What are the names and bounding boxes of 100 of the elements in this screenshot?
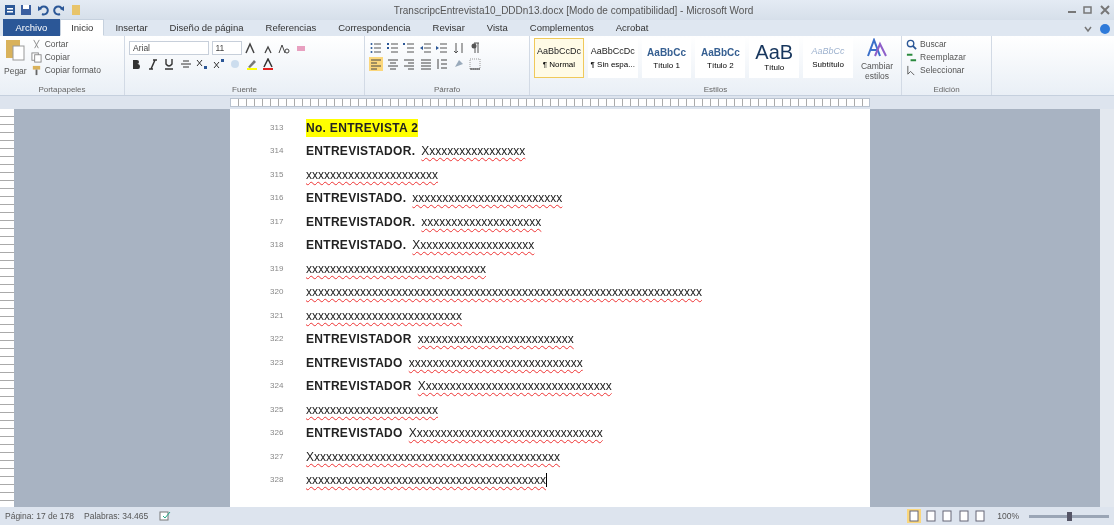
- increase-indent-icon[interactable]: [435, 40, 449, 55]
- line-number: 315: [270, 168, 285, 181]
- line-text: xxxxxxxxxxxxxxxxxxxxxxxxxxxxxxxxxxxxxxxx: [306, 472, 546, 490]
- copy-button[interactable]: Copiar: [30, 51, 101, 64]
- speaker-label: ENTREVISTADOR.: [306, 143, 416, 161]
- save-icon[interactable]: [19, 3, 33, 17]
- line-text: Xxxxxxxxxxxxxxxxx: [421, 143, 526, 161]
- line-number: 319: [270, 262, 285, 275]
- font-name-field[interactable]: Arial: [129, 40, 209, 55]
- line-number: 321: [270, 309, 285, 322]
- zoom-slider[interactable]: [1029, 514, 1109, 518]
- line-text: xxxxxxxxxxxxxxxxxxxxxxxxxxxxxx: [306, 260, 486, 278]
- line-number: 317: [270, 215, 285, 228]
- close-icon[interactable]: [1097, 3, 1112, 17]
- paintbrush-icon: [30, 65, 42, 76]
- line-spacing-icon[interactable]: [435, 57, 449, 71]
- line-number: 322: [270, 333, 285, 346]
- line-text: xxxxxxxxxxxxxxxxxxxxxxxxxxxxxxxxxxxxxxxxxxxxxxxxxxxxxxxxxxxxxxxxxx: [306, 284, 702, 302]
- underline-icon[interactable]: [162, 57, 176, 71]
- line-text: xxxxxxxxxxxxxxxxxxxxxxxxxx: [417, 331, 574, 349]
- page-count: Página: 17 de 178: [5, 509, 74, 523]
- ribbon-tab[interactable]: Inicio: [60, 19, 105, 36]
- group-label: Edición: [932, 85, 961, 95]
- ribbon-tab[interactable]: Vista: [475, 19, 519, 36]
- line-text: Xxxxxxxxxxxxxxxxxxxxxxxxxxxxxxxx: [408, 425, 603, 443]
- word-logo-icon[interactable]: [2, 3, 17, 17]
- print-layout-view-icon[interactable]: [907, 509, 922, 523]
- ribbon-tab[interactable]: Archivo: [2, 19, 61, 36]
- line-text: xxxxxxxxxxxxxxxxxxxx: [421, 213, 542, 231]
- text-cursor: [546, 473, 547, 488]
- ribbon-tab[interactable]: Revisar: [421, 19, 476, 36]
- redo-icon[interactable]: [52, 3, 66, 17]
- reading-view-icon[interactable]: [923, 509, 938, 523]
- restore-icon[interactable]: [1081, 3, 1095, 17]
- line-number: 318: [270, 239, 285, 252]
- subscript-icon[interactable]: [195, 57, 209, 71]
- word-count: Palabras: 34.465: [84, 509, 149, 523]
- style-gallery-item[interactable]: AaBbCcDc ¶ Normal: [534, 38, 584, 78]
- vertical-ruler[interactable]: [0, 109, 14, 507]
- speaker-label: ENTREVISTADOR: [306, 331, 412, 349]
- line-number: 328: [270, 474, 285, 487]
- justify-icon[interactable]: [418, 57, 433, 71]
- web-layout-view-icon[interactable]: [940, 509, 955, 523]
- speaker-label: ENTREVISTADO.: [306, 190, 407, 208]
- multilevel-list-icon[interactable]: [402, 40, 416, 55]
- search-icon: [906, 39, 917, 50]
- paste-button[interactable]: Pegar: [4, 38, 27, 85]
- vertical-scrollbar[interactable]: [1100, 109, 1114, 507]
- cut-button[interactable]: Cortar: [30, 38, 101, 51]
- format-painter-button[interactable]: Copiar formato: [30, 64, 101, 77]
- decrease-indent-icon[interactable]: [418, 40, 433, 55]
- horizontal-ruler[interactable]: [230, 98, 870, 107]
- ribbon-tab[interactable]: Referencias: [254, 19, 328, 36]
- group-label: Portapapeles: [37, 85, 87, 95]
- superscript-icon[interactable]: [211, 57, 226, 71]
- group-label: Estilos: [702, 85, 729, 95]
- borders-icon[interactable]: [468, 57, 482, 71]
- highlighted-heading: No. ENTREVISTA 2: [306, 118, 419, 137]
- highlight-icon[interactable]: [244, 57, 259, 71]
- outline-view-icon[interactable]: [956, 509, 971, 523]
- numbering-icon[interactable]: [385, 40, 400, 55]
- ribbon-tab[interactable]: Insertar: [104, 19, 159, 36]
- undo-icon[interactable]: [35, 3, 50, 17]
- line-number: 314: [270, 145, 285, 158]
- replace-icon: [906, 52, 917, 63]
- speaker-label: ENTREVISTADOR: [306, 378, 412, 396]
- change-styles-icon: [865, 38, 888, 58]
- grow-font-icon[interactable]: [244, 40, 258, 55]
- font-color-icon[interactable]: [261, 57, 275, 71]
- ribbon-tab[interactable]: Acrobat: [604, 19, 660, 36]
- bullets-icon[interactable]: [369, 40, 383, 55]
- draft-view-icon[interactable]: [973, 509, 988, 523]
- speaker-label: ENTREVISTADO.: [306, 237, 407, 255]
- line-text: xxxxxxxxxxxxxxxxxxxxxxxxxxxxx: [408, 354, 583, 372]
- line-number: 313: [270, 121, 285, 134]
- line-number: 325: [270, 403, 285, 416]
- proofing-icon[interactable]: [158, 509, 173, 523]
- line-text: xxxxxxxxxxxxxxxxxxxxxx: [306, 166, 438, 184]
- window-title: TranscripcEntrevista10_DDDn13.docx [Modo de compatibilidad] - Microsoft Word: [392, 3, 755, 18]
- ribbon-tab[interactable]: Correspondencia: [327, 19, 422, 36]
- line-text: xxxxxxxxxxxxxxxxxxxxxx: [306, 401, 438, 419]
- ribbon-tab[interactable]: Complementos: [518, 19, 605, 36]
- group-label: Párrafo: [432, 85, 462, 95]
- font-size-field[interactable]: 11: [211, 40, 242, 55]
- replace-button[interactable]: Reemplazar: [906, 51, 966, 64]
- line-number: 327: [270, 450, 285, 463]
- select-button[interactable]: Seleccionar: [906, 64, 966, 77]
- line-text: Xxxxxxxxxxxxxxxxxxxx: [412, 237, 535, 255]
- line-number: 320: [270, 286, 285, 299]
- speaker-label: ENTREVISTADO: [306, 425, 403, 443]
- line-number: 324: [270, 380, 285, 393]
- ribbon-tab[interactable]: Diseño de página: [158, 19, 255, 36]
- find-button[interactable]: Buscar: [906, 38, 966, 51]
- line-number: 316: [270, 192, 285, 205]
- copy-icon: [30, 52, 42, 63]
- zoom-slider-thumb[interactable]: [1066, 511, 1072, 521]
- line-text: Xxxxxxxxxxxxxxxxxxxxxxxxxxxxxxxx: [417, 378, 612, 396]
- line-text: Xxxxxxxxxxxxxxxxxxxxxxxxxxxxxxxxxxxxxxxxxx: [306, 448, 560, 466]
- scissors-icon: [30, 39, 42, 50]
- change-styles-button[interactable]: Cambiar estilos: [856, 38, 897, 85]
